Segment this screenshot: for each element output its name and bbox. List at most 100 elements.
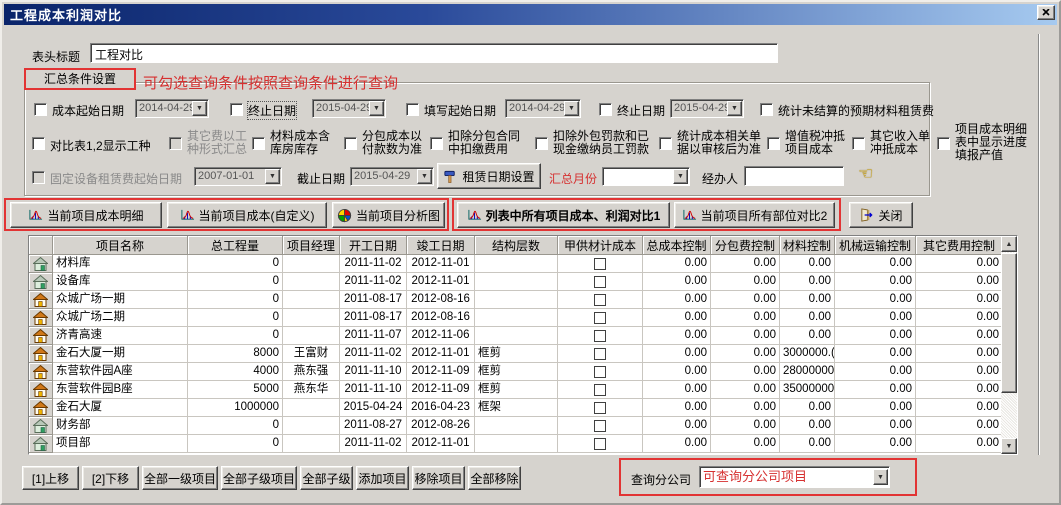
option-checkbox-otherfee[interactable] [169,137,182,150]
scrollbar-thumb[interactable] [1001,253,1017,393]
all-top-level-projects-button[interactable]: 全部一级项目 [142,466,218,490]
column-header[interactable]: 机械运输控制 [835,236,916,255]
table-row[interactable]: 财务部 0 2011-08-27 2012-08-26 0.00 0.00 0.… [29,417,1001,435]
all-sub-level-projects-button[interactable]: 全部子级项目 [221,466,297,490]
vertical-scrollbar[interactable]: ▲ ▼ [1001,236,1017,454]
table-row[interactable]: 东营软件园A座 4000 燕东强 2011-11-10 2012-11-09 框… [29,363,1001,381]
cost-end-date-combo[interactable]: 2015-04-29▼ [312,99,386,118]
fixed-rental-checkbox[interactable] [32,171,45,184]
cost-start-date-combo[interactable]: 2014-04-29▼ [135,99,209,118]
current-project-cost-custom-button[interactable]: 当前项目成本(自定义) [167,202,327,228]
cell-total-quantity: 5000 [188,381,283,399]
unsettled-rental-checkbox[interactable] [760,103,773,116]
current-project-parts-compare2-button[interactable]: 当前项目所有部位对比2 [674,202,835,228]
option-checkbox-audited[interactable] [659,137,672,150]
current-project-cost-detail-button[interactable]: 当前项目成本明细 [10,202,162,228]
chevron-down-icon[interactable]: ▼ [673,169,688,184]
owner-supplied-checkbox[interactable] [594,348,606,360]
column-header[interactable]: 开工日期 [340,236,407,255]
remove-all-button[interactable]: 全部移除 [468,466,521,490]
owner-supplied-checkbox[interactable] [594,276,606,288]
cost-end-date-checkbox[interactable] [230,103,243,116]
all-projects-cost-profit-compare1-button[interactable]: 列表中所有项目成本、利润对比1 [457,202,670,228]
table-row[interactable]: 项目部 0 2011-11-02 2012-11-01 0.00 0.00 0.… [29,435,1001,453]
operator-input[interactable] [744,166,844,186]
owner-supplied-checkbox[interactable] [594,402,606,414]
option-checkbox-subdeduct[interactable] [430,137,443,150]
scroll-up-icon[interactable]: ▲ [1001,236,1017,252]
fill-end-date-combo[interactable]: 2015-04-29▼ [670,99,744,118]
chevron-down-icon[interactable]: ▼ [265,169,280,184]
move-up-button[interactable]: [1]上移 [22,466,79,490]
option-checkbox-vat[interactable] [767,137,780,150]
option-checkbox-otherincome[interactable] [852,137,865,150]
table-row[interactable]: 东营软件园B座 5000 燕东华 2011-11-10 2012-11-09 框… [29,381,1001,399]
option-checkbox-progress[interactable] [937,137,950,150]
chevron-down-icon[interactable]: ▼ [369,101,384,116]
column-header[interactable]: 材料控制 [780,236,835,255]
option-checkbox-worktype[interactable] [32,137,45,150]
column-header[interactable]: 项目名称 [53,236,188,255]
branch-query-combo[interactable]: 可查询分公司项目▼ [699,466,890,488]
owner-supplied-checkbox[interactable] [594,294,606,306]
table-row[interactable]: 金石大厦一期 8000 王富财 2011-11-02 2012-11-01 框剪… [29,345,1001,363]
cell-project-manager [283,291,340,309]
summary-month-combo[interactable]: ▼ [602,167,690,186]
chevron-down-icon[interactable]: ▼ [417,169,432,184]
rental-date-settings-button[interactable]: 租赁日期设置 [437,163,541,189]
column-header[interactable]: 总工程量 [188,236,283,255]
owner-supplied-checkbox[interactable] [594,384,606,396]
table-row[interactable]: 众城广场二期 0 2011-08-17 2012-08-16 0.00 0.00… [29,309,1001,327]
cell-finish-date: 2012-11-09 [407,363,475,381]
chevron-down-icon[interactable]: ▼ [192,101,207,116]
owner-supplied-checkbox[interactable] [594,366,606,378]
column-header[interactable]: 结构层数 [475,236,558,255]
column-header[interactable]: 项目经理 [283,236,340,255]
cost-start-date-checkbox[interactable] [34,103,47,116]
fill-end-date-checkbox[interactable] [599,103,612,116]
chevron-down-icon[interactable]: ▼ [727,101,742,116]
column-header[interactable]: 分包费控制 [711,236,780,255]
remove-project-button[interactable]: 移除项目 [412,466,465,490]
chevron-down-icon[interactable]: ▼ [873,469,888,485]
cell-subcontract-control: 0.00 [711,273,780,291]
add-project-button[interactable]: 添加项目 [356,466,409,490]
close-button[interactable] [1037,5,1055,20]
rental-until-combo[interactable]: 2015-04-29▼ [350,167,434,186]
move-down-button[interactable]: [2]下移 [82,466,139,490]
owner-supplied-checkbox[interactable] [594,420,606,432]
table-row[interactable]: 济青高速 0 2011-11-07 2012-11-06 0.00 0.00 0… [29,327,1001,345]
column-header[interactable]: 甲供材计成本 [558,236,643,255]
pointing-hand-icon[interactable]: ☜ [858,164,873,184]
table-row[interactable]: 设备库 0 2011-11-02 2012-11-01 0.00 0.00 0.… [29,273,1001,291]
fixed-rental-start-combo[interactable]: 2007-01-01▼ [194,167,282,186]
owner-supplied-checkbox[interactable] [594,312,606,324]
column-header[interactable]: 其它费用控制 [916,236,1001,255]
cell-project-name: 众城广场一期 [53,291,188,309]
cell-total-cost-control: 0.00 [643,435,711,453]
scroll-down-icon[interactable]: ▼ [1001,438,1017,454]
table-row[interactable]: 金石大厦 1000000 2015-04-24 2016-04-23 框架 0.… [29,399,1001,417]
option-label-subdeduct: 扣除分包合同 中扣缴费用 [448,130,520,156]
table-row[interactable]: 众城广场一期 0 2011-08-17 2012-08-16 0.00 0.00… [29,291,1001,309]
close-dialog-button[interactable]: 关闭 [849,202,913,228]
cell-material-control: 0.00 [780,309,835,327]
owner-supplied-checkbox[interactable] [594,438,606,450]
cell-start-date: 2011-11-10 [340,381,407,399]
column-header[interactable]: 竣工日期 [407,236,475,255]
form-title-input[interactable]: 工程对比 [90,43,778,63]
owner-supplied-checkbox[interactable] [594,258,606,270]
current-project-analysis-chart-button[interactable]: 当前项目分析图 [332,202,445,228]
option-checkbox-warehouse[interactable] [252,137,265,150]
fill-start-date-checkbox[interactable] [406,103,419,116]
table-row[interactable]: 材料库 0 2011-11-02 2012-11-01 0.00 0.00 0.… [29,255,1001,273]
cell-machine-transport-control: 0.00 [835,381,916,399]
chevron-down-icon[interactable]: ▼ [564,101,579,116]
all-sub-levels-button[interactable]: 全部子级 [300,466,353,490]
option-checkbox-subpayment[interactable] [344,137,357,150]
column-header[interactable]: 总成本控制 [643,236,711,255]
owner-supplied-checkbox[interactable] [594,330,606,342]
option-checkbox-fines[interactable] [535,137,548,150]
fill-start-date-combo[interactable]: 2014-04-29▼ [505,99,581,118]
cell-machine-transport-control: 0.00 [835,255,916,273]
